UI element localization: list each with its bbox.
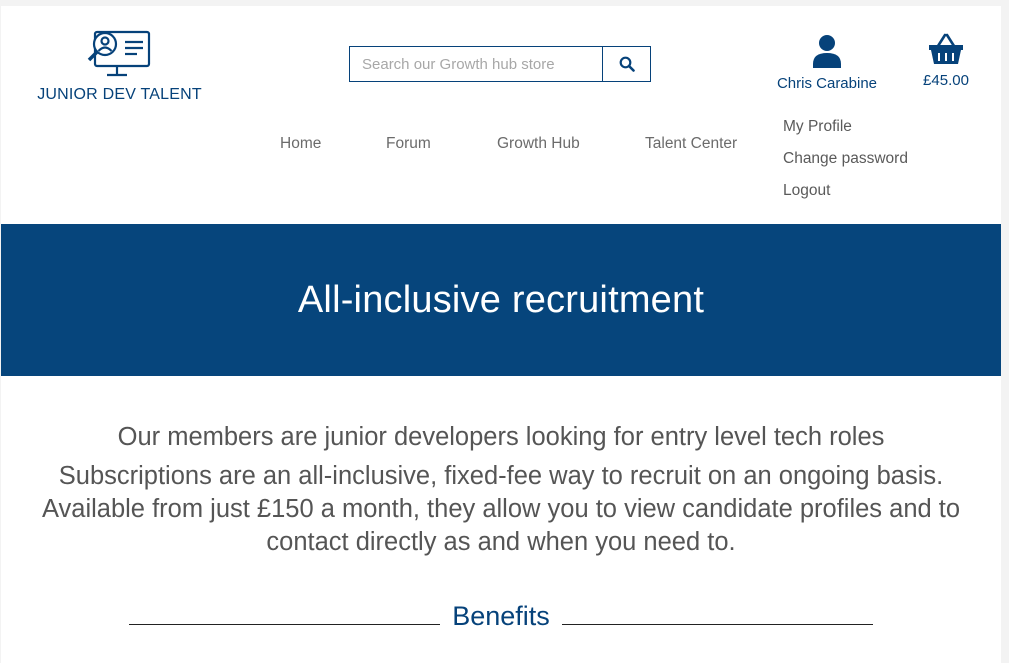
talent-search-logo-icon [87,30,150,77]
divider-right [561,623,873,625]
section-heading-benefits: Benefits [452,600,550,631]
hero-title: All-inclusive recruitment [297,278,705,321]
search-input[interactable] [350,47,602,81]
account-name: Chris Carabine [776,75,878,92]
intro-text: Our members are junior developers lookin… [41,421,961,559]
page: JUNIOR DEV TALENT Chris Carabine [1,6,1001,663]
cart-total: £45.00 [923,72,969,89]
search-button[interactable] [602,47,650,81]
basket-icon [929,33,963,64]
intro-line-subscriptions: Subscriptions are an all-inclusive, fixe… [41,462,961,556]
menu-item-my-profile[interactable]: My Profile [783,118,908,150]
menu-item-logout[interactable]: Logout [783,182,908,214]
divider-left [129,623,441,625]
site-logo[interactable]: JUNIOR DEV TALENT [32,26,207,104]
cart-link[interactable]: £45.00 [913,32,979,89]
nav-growth-hub[interactable]: Growth Hub [497,135,580,153]
search-bar [349,46,651,82]
user-icon [813,35,841,68]
search-icon [619,56,635,72]
menu-item-change-password[interactable]: Change password [783,150,908,182]
nav-forum[interactable]: Forum [386,135,431,153]
account-menu: My Profile Change password Logout [783,118,908,214]
benefits-heading-row: Benefits [129,596,873,636]
nav-home[interactable]: Home [280,135,321,153]
brand-name: JUNIOR DEV TALENT [37,86,202,103]
hero-banner: All-inclusive recruitment [1,224,1001,376]
account-link[interactable]: Chris Carabine [767,34,887,92]
intro-line-members: Our members are junior developers lookin… [117,423,885,451]
nav-talent-center[interactable]: Talent Center [645,135,737,153]
